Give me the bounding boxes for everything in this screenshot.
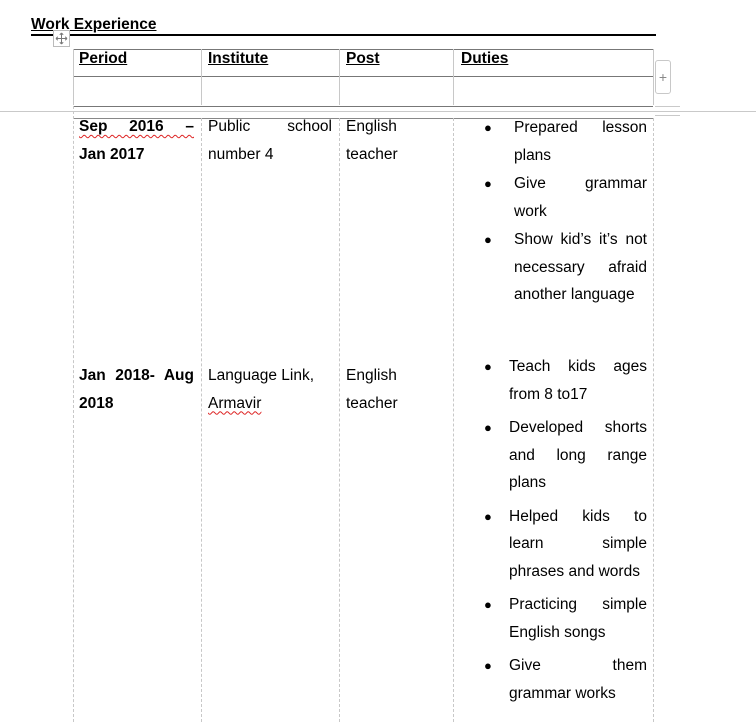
row1-period: Sep 2016 – Jan 2017 [79,118,194,163]
col-border [201,49,202,105]
col-border [653,49,654,105]
header-post: Post [346,50,380,67]
page-break-line [655,115,680,116]
list-item: ● Give grammar work [484,175,647,220]
row2-institute: Language Link, Armavir [208,367,315,412]
section-title: Work Experience [31,16,656,36]
page-break-line [655,106,680,107]
col-border [339,118,340,722]
col-border [73,49,74,105]
header-duties: Duties [461,50,509,67]
list-item: ● Practicing simple English songs [484,596,647,641]
header-divider [73,76,653,77]
add-column-plus-icon[interactable]: + [655,60,671,94]
col-border [201,118,202,722]
list-item: ● Prepared lesson plans [484,119,647,164]
list-item: ● Developed shorts and long range plans [484,419,647,491]
row1-institute: Public school number 4 [208,118,332,163]
table-move-handle-icon[interactable] [53,30,70,47]
list-item: ● Teach kids ages from 8 to17 [484,358,647,403]
header-period: Period [79,50,128,67]
page-break-line [0,111,756,112]
col-border [73,106,74,722]
list-item: ● Show kid’s it’s not necessary afraid a… [484,231,647,303]
col-border [453,118,454,722]
col-border [653,118,654,722]
row2-duties: ● Teach kids ages from 8 to17 ● Develope… [484,353,647,707]
table-header-row: Period Institute Post Duties [73,49,653,107]
row1-post: English teacher [346,118,398,163]
col-border [453,49,454,105]
row2-post: English teacher [346,367,398,412]
row1-duties: ● Prepared lesson plans ● Give grammar w… [484,114,647,309]
list-item: ● Give them grammar works [484,657,647,702]
header-institute: Institute [208,50,269,67]
list-item: ● Helped kids to learn simple phrases an… [484,507,647,580]
row2-period: Jan 2018- Aug 2018 [79,367,194,412]
col-border [339,49,340,105]
